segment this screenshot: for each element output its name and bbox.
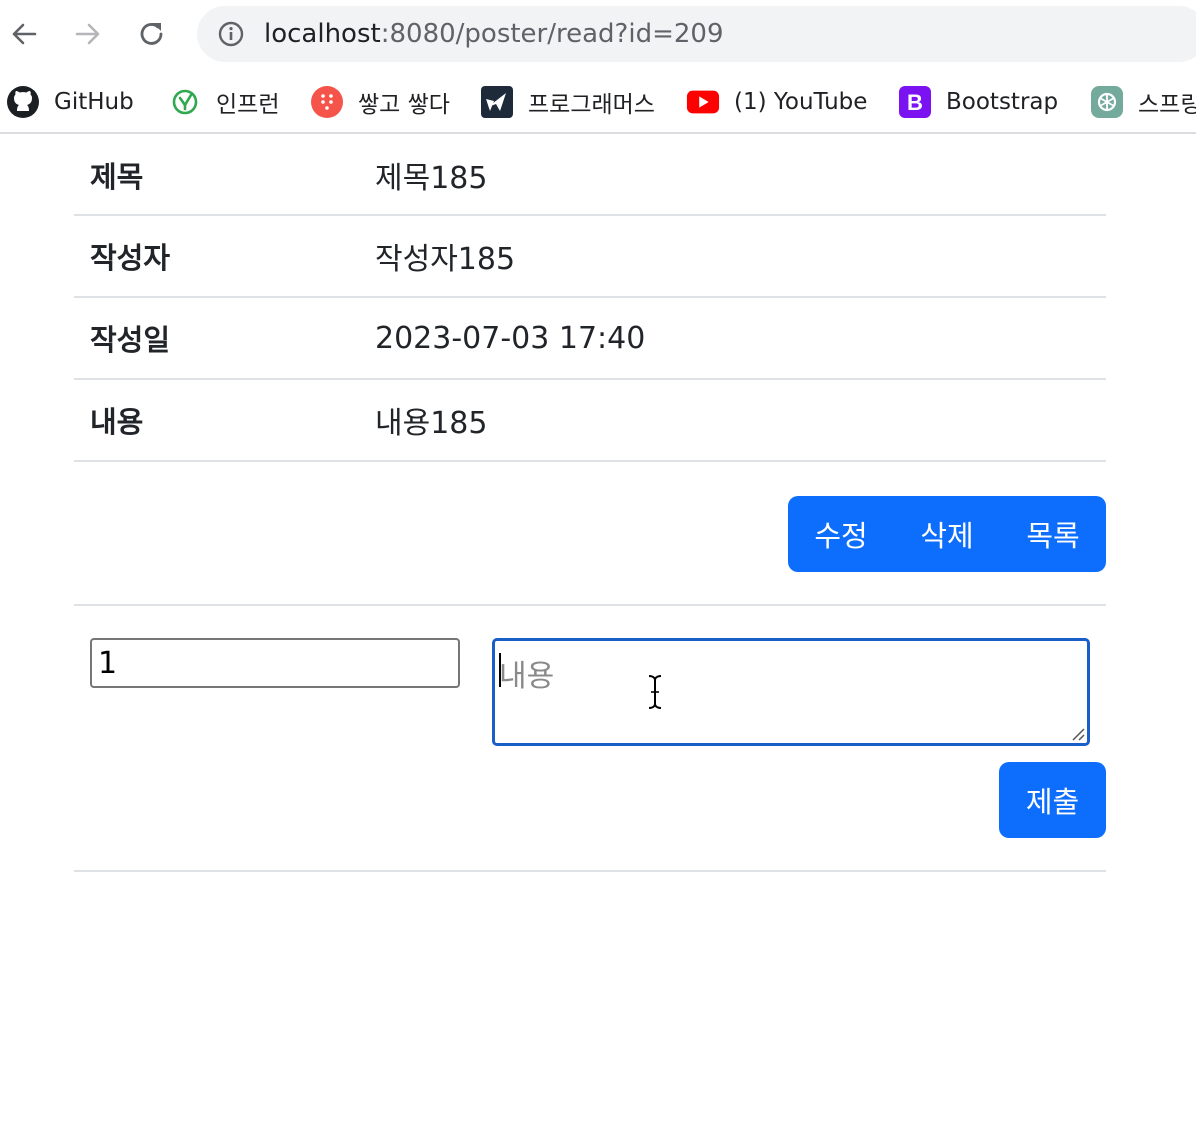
info-icon[interactable] bbox=[217, 20, 245, 48]
dots-icon bbox=[310, 85, 344, 119]
bookmark-spring[interactable]: 스프링 bbox=[1090, 84, 1196, 120]
bookmark-label: 인프런 bbox=[216, 92, 280, 118]
delete-button[interactable]: 삭제 bbox=[894, 496, 1000, 572]
bookmark-inflearn[interactable]: 인프런 bbox=[168, 84, 279, 120]
content-value: 내용185 bbox=[375, 406, 488, 441]
table-row: 내용 내용185 bbox=[74, 380, 1106, 462]
bookmark-bootstrap[interactable]: B Bootstrap bbox=[898, 84, 1058, 120]
comment-content-textarea[interactable]: 내용 bbox=[492, 638, 1090, 746]
forward-button[interactable] bbox=[68, 14, 108, 54]
comment-number-input[interactable]: 1 bbox=[90, 638, 460, 688]
reload-button[interactable] bbox=[132, 14, 172, 54]
address-bar[interactable]: localhost:8080/poster/read?id=209 bbox=[197, 6, 1196, 62]
title-header: 제목 bbox=[90, 160, 144, 194]
resize-handle-icon[interactable] bbox=[1069, 725, 1085, 741]
browser-toolbar: localhost:8080/poster/read?id=209 bbox=[0, 0, 1196, 70]
date-value: 2023-07-03 17:40 bbox=[375, 320, 646, 356]
bookmark-programmers[interactable]: 프로그래머스 bbox=[480, 84, 655, 120]
openai-icon bbox=[1090, 85, 1124, 119]
edit-button[interactable]: 수정 bbox=[788, 496, 894, 572]
bookmarks-bar: GitHub 인프런 쌓고 쌓다 프로그래머스 (1) YouTube B Bo… bbox=[0, 70, 1196, 134]
bookmark-label: 쌓고 쌓다 bbox=[358, 92, 450, 118]
author-header: 작성자 bbox=[90, 241, 171, 275]
content-placeholder: 내용 bbox=[499, 659, 555, 694]
youtube-icon bbox=[686, 85, 720, 119]
table-row: 작성일 2023-07-03 17:40 bbox=[74, 298, 1106, 380]
url-text[interactable]: localhost:8080/poster/read?id=209 bbox=[264, 20, 724, 48]
table-row: 작성자 작성자185 bbox=[74, 216, 1106, 298]
submit-button[interactable]: 제출 bbox=[999, 762, 1106, 838]
bookmark-label: 프로그래머스 bbox=[528, 92, 655, 118]
bookmark-label: 스프링 bbox=[1138, 92, 1196, 118]
bookmark-youtube[interactable]: (1) YouTube bbox=[686, 84, 867, 120]
bookmark-github[interactable]: GitHub bbox=[6, 84, 134, 120]
bookmark-label: (1) YouTube bbox=[734, 89, 868, 115]
post-action-buttons: 수정 삭제 목록 bbox=[788, 496, 1106, 572]
title-value: 제목185 bbox=[375, 161, 488, 196]
inflearn-icon bbox=[168, 85, 202, 119]
post-detail-table: 제목 제목185 작성자 작성자185 작성일 2023-07-03 17:40… bbox=[74, 136, 1106, 462]
divider bbox=[74, 870, 1106, 872]
date-header: 작성일 bbox=[90, 323, 171, 357]
arrow-right-icon bbox=[75, 23, 100, 45]
author-value: 작성자185 bbox=[375, 242, 516, 277]
divider bbox=[74, 604, 1106, 606]
content-header: 내용 bbox=[90, 405, 144, 439]
table-row: 제목 제목185 bbox=[74, 136, 1106, 216]
reload-icon bbox=[140, 23, 163, 45]
text-caret bbox=[499, 653, 501, 687]
github-icon bbox=[6, 85, 40, 119]
url-host: localhost bbox=[264, 19, 381, 49]
list-button[interactable]: 목록 bbox=[1000, 496, 1106, 572]
bookmark-label: GitHub bbox=[54, 89, 134, 115]
bookmark-label: Bootstrap bbox=[946, 89, 1059, 115]
bookmark-ssakgo[interactable]: 쌓고 쌓다 bbox=[310, 84, 450, 120]
back-button[interactable] bbox=[4, 14, 44, 54]
bootstrap-icon: B bbox=[898, 85, 932, 119]
svg-text:B: B bbox=[907, 90, 923, 115]
url-path: :8080/poster/read?id=209 bbox=[380, 19, 724, 49]
programmers-icon bbox=[480, 85, 514, 119]
arrow-left-icon bbox=[12, 23, 37, 45]
text-cursor-icon bbox=[648, 675, 662, 709]
